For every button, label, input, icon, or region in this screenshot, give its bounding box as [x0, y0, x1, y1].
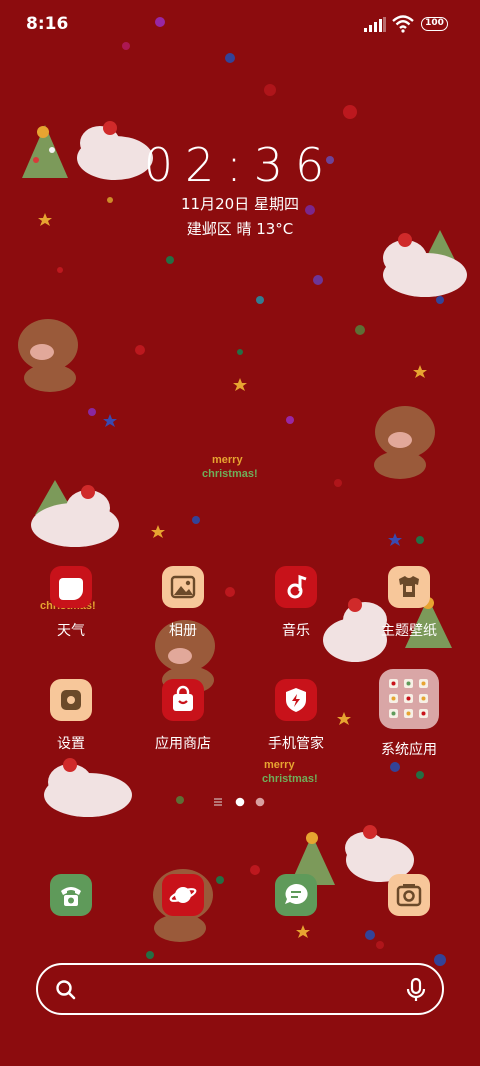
app-settings[interactable]: 设置 [16, 679, 126, 753]
clock-widget[interactable]: 02:36 11月20日 星期四 建邺区 晴 13°C [0, 0, 480, 260]
search-bar[interactable] [36, 963, 444, 1015]
app-label: 系统应用 [381, 742, 437, 758]
dock-phone[interactable] [16, 874, 126, 916]
themes-icon [388, 566, 430, 608]
weather-info: 建邺区 晴 13°C [186, 220, 294, 238]
app-label: 天气 [57, 623, 85, 639]
camera-icon [388, 874, 430, 916]
dock-messages[interactable] [241, 874, 351, 916]
svg-text:merry: merry [264, 759, 295, 771]
system-folder-icon [379, 669, 439, 729]
security-icon [275, 679, 317, 721]
svg-text:christmas!: christmas! [262, 773, 318, 785]
app-store[interactable]: 应用商店 [128, 679, 238, 753]
gallery-icon [162, 566, 204, 608]
app-label: 相册 [169, 623, 197, 639]
svg-text:merry: merry [212, 454, 243, 466]
app-music[interactable]: 音乐 [241, 566, 351, 640]
folder-system-apps[interactable]: 系统应用 [354, 669, 464, 759]
weather-icon [50, 566, 92, 608]
app-label: 手机管家 [268, 736, 324, 752]
clock-time: 02:36 [143, 138, 337, 192]
app-label: 应用商店 [155, 736, 211, 752]
app-label: 音乐 [282, 623, 310, 639]
clock-date: 11月20日 星期四 [181, 195, 299, 213]
search-icon [56, 980, 76, 1000]
app-security[interactable]: 手机管家 [241, 679, 351, 753]
browser-icon [162, 874, 204, 916]
messages-icon [275, 874, 317, 916]
app-store-icon [162, 679, 204, 721]
feed-indicator [214, 798, 222, 806]
music-icon [275, 566, 317, 608]
page-indicator[interactable] [212, 796, 272, 808]
app-gallery[interactable]: 相册 [128, 566, 238, 640]
app-label: 主题壁纸 [381, 623, 437, 639]
app-label: 设置 [57, 736, 85, 752]
app-themes[interactable]: 主题壁纸 [354, 566, 464, 640]
svg-text:christmas!: christmas! [202, 468, 258, 480]
dock-browser[interactable] [128, 874, 238, 916]
settings-icon [50, 679, 92, 721]
phone-icon [50, 874, 92, 916]
dock-camera[interactable] [354, 874, 464, 916]
microphone-icon[interactable] [404, 977, 428, 1003]
app-weather[interactable]: 天气 [16, 566, 126, 640]
